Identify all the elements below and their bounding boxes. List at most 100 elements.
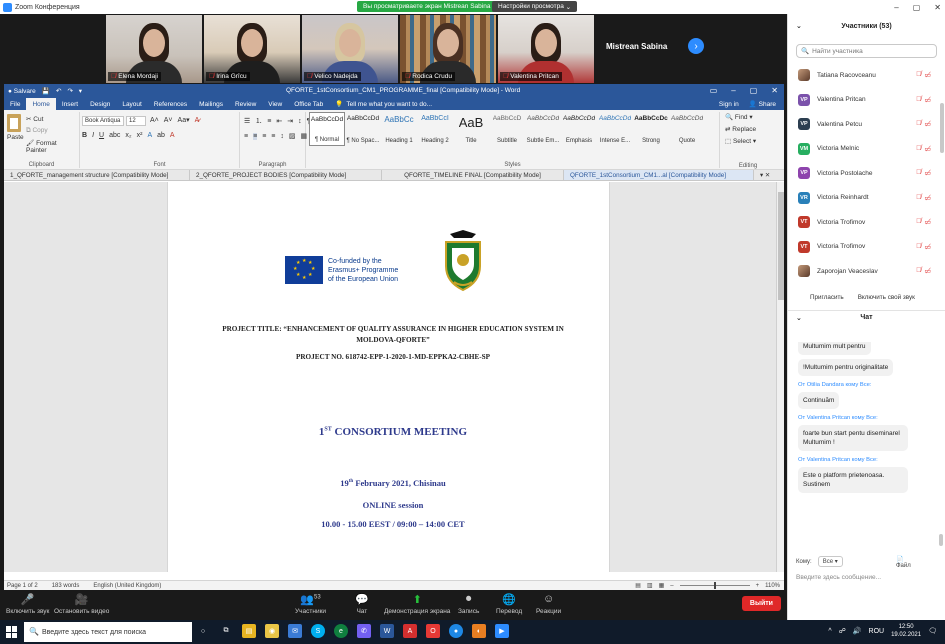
underline-icon[interactable]: U — [99, 132, 104, 139]
undo-icon[interactable]: ↶ — [56, 87, 61, 95]
line-spacing-icon[interactable]: ↕ — [280, 133, 284, 140]
style-quote[interactable]: AaBbCcDd Quote — [669, 112, 705, 146]
participant-search-input[interactable]: 🔍 Найти участника — [796, 44, 937, 58]
skype-icon[interactable]: S — [311, 624, 325, 638]
zoom-taskbar-icon[interactable]: ▶ — [495, 624, 509, 638]
style-heading-2[interactable]: AaBbCcI Heading 2 — [417, 112, 453, 146]
page-count[interactable]: Page 1 of 2 — [7, 583, 38, 589]
tab-insert[interactable]: Insert — [56, 98, 84, 110]
participant-item[interactable]: VT Victoria Trofimov 🎙̸ ▭̸ — [788, 210, 945, 235]
print-layout-icon[interactable]: ▥ — [647, 582, 653, 589]
subscript-icon[interactable]: x₂ — [125, 132, 131, 139]
font-size-select[interactable]: 12 — [126, 116, 146, 126]
decrease-indent-icon[interactable]: ⇤ — [276, 117, 282, 125]
participant-item[interactable]: VR Victoria Reinhardt 🎙̸ ▭̸ — [788, 186, 945, 211]
doc-tab-active[interactable]: QFORTE_1stConsortium_CM1...al [Compatibi… — [564, 170, 754, 180]
doc-tab[interactable]: QFORTE_TIMELINE FINAL [Compatibility Mod… — [382, 170, 564, 180]
tab-review[interactable]: Review — [229, 98, 262, 110]
share-button[interactable]: 👤 Share — [749, 100, 776, 108]
word-close-icon[interactable]: ✕ — [771, 86, 778, 95]
video-tile[interactable]: 🎙̸ Rodica Crudu — [400, 15, 496, 83]
multilevel-list-icon[interactable]: ≡ — [267, 118, 271, 125]
read-mode-icon[interactable]: ▤ — [635, 582, 641, 589]
sign-in-link[interactable]: Sign in — [719, 101, 739, 108]
style-heading-1[interactable]: AaBbCc Heading 1 — [381, 112, 417, 146]
tab-mailings[interactable]: Mailings — [193, 98, 229, 110]
translate-button[interactable]: 🌐 Перевод — [496, 593, 522, 615]
unmute-button[interactable]: 🎤 Включить звук — [6, 593, 49, 615]
bold-icon[interactable]: B — [82, 132, 87, 139]
clock[interactable]: 12:50 19.02.2021 — [891, 623, 921, 639]
participant-item[interactable]: VT Victoria Trofimov 🎙̸ ▭̸ — [788, 235, 945, 260]
bullets-icon[interactable]: ☰ — [244, 117, 250, 125]
taskbar-search-input[interactable]: 🔍 Введите здесь текст для поиска — [24, 622, 192, 642]
grow-font-icon[interactable]: A˄ — [150, 117, 159, 124]
gallery-next-icon[interactable]: › — [688, 38, 704, 54]
zoom-slider[interactable] — [679, 582, 750, 589]
video-tile[interactable]: 🎙̸ Valentina Pritcan — [498, 15, 594, 83]
text-effects-icon[interactable]: A — [147, 132, 152, 139]
invite-button[interactable]: Пригласить — [806, 291, 848, 304]
italic-icon[interactable]: I — [92, 132, 94, 139]
record-button[interactable]: ⏺ Запись — [458, 593, 479, 615]
leave-meeting-button[interactable]: Выйти — [741, 596, 781, 611]
document-page[interactable]: ★ ★ ★ ★ ★ ★ ★ ★ Co-funded by the Erasmus… — [167, 182, 610, 572]
acrobat-icon[interactable]: A — [403, 624, 417, 638]
style-intense-emphasis[interactable]: AaBbCcDd Intense E... — [597, 112, 633, 146]
replace-button[interactable]: ⇄ Replace — [725, 125, 756, 133]
numbering-icon[interactable]: ⒈ — [255, 116, 262, 126]
clear-format-icon[interactable]: A̷ — [195, 117, 200, 124]
style-subtle-emphasis[interactable]: AaBbCcDd Subtle Em... — [525, 112, 561, 146]
participant-scrollbar[interactable] — [940, 103, 944, 153]
participant-item[interactable]: Tatiana Racovceanu 🎙̸ ▭̸ — [788, 63, 945, 88]
web-layout-icon[interactable]: ▦ — [659, 582, 665, 589]
participant-item[interactable]: VP Victoria Postolache 🎙̸ ▭̸ — [788, 161, 945, 186]
chat-scrollbar[interactable] — [939, 534, 943, 546]
participants-button[interactable]: 👥53 Участники — [295, 593, 326, 615]
increase-indent-icon[interactable]: ⇥ — [287, 117, 293, 125]
save-icon[interactable]: 💾 — [42, 87, 50, 95]
collapse-chevron-icon[interactable]: ⌄ — [796, 314, 802, 322]
document-scrollbar[interactable] — [776, 182, 784, 572]
font-color-icon[interactable]: A — [170, 132, 175, 139]
chrome-icon[interactable]: ◉ — [265, 624, 279, 638]
ribbon-options-icon[interactable]: ▭ — [710, 86, 718, 95]
cut-button[interactable]: ✂ Cut — [26, 115, 79, 123]
participant-item[interactable]: VP Valentina Petcu 🎙̸ ▭̸ — [788, 112, 945, 137]
shrink-font-icon[interactable]: A˅ — [164, 117, 173, 124]
doc-tab[interactable]: 2_QFORTE_PROJECT BODIES [Compatibility M… — [190, 170, 382, 180]
select-button[interactable]: ⬚ Select ▾ — [725, 137, 756, 145]
find-button[interactable]: 🔍 Find ▾ — [725, 113, 756, 121]
share-screen-button[interactable]: ⬆ Демонстрация экрана — [384, 593, 450, 615]
tab-design[interactable]: Design — [84, 98, 116, 110]
doc-tab[interactable]: 1_QFORTE_management structure [Compatibi… — [4, 170, 190, 180]
video-tile[interactable]: 🎙̸ Elena Mordaji — [106, 15, 202, 83]
zoom-level[interactable]: 110% — [765, 583, 780, 589]
video-tile[interactable]: 🎙̸ Velico Nadejda — [302, 15, 398, 83]
tray-chevron-icon[interactable]: ^ — [828, 628, 831, 635]
notifications-icon[interactable]: 🗨 — [928, 627, 937, 635]
highlight-icon[interactable]: ab — [157, 132, 165, 139]
chat-button[interactable]: 💬 Чат — [355, 593, 369, 615]
redo-icon[interactable]: ↷ — [67, 87, 72, 95]
chat-recipient-select[interactable]: Все ▾ — [817, 556, 843, 567]
volume-icon[interactable]: 🔊 — [853, 627, 862, 635]
tab-office-tab[interactable]: Office Tab — [288, 98, 329, 110]
autosave-toggle[interactable]: ● Salvare — [8, 88, 36, 95]
unmute-me-button[interactable]: Включить свой звук — [854, 291, 919, 304]
align-right-icon[interactable]: ≡ — [262, 133, 266, 140]
justify-icon[interactable]: ≡ — [271, 133, 275, 140]
language-status[interactable]: English (United Kingdom) — [93, 583, 161, 589]
shading-icon[interactable]: ▨ — [289, 132, 296, 140]
windows-start-icon[interactable] — [6, 626, 18, 638]
opera-icon[interactable]: O — [426, 624, 440, 638]
tell-me-box[interactable]: 💡 Tell me what you want to do... — [335, 100, 432, 109]
participant-item[interactable]: VM Victoria Melnic 🎙̸ ▭̸ — [788, 137, 945, 162]
superscript-icon[interactable]: x² — [137, 132, 143, 139]
style-subtitle[interactable]: AaBbCcD Subtitle — [489, 112, 525, 146]
language-indicator[interactable]: ROU — [869, 628, 885, 635]
close-icon[interactable]: ✕ — [934, 3, 941, 12]
mail-icon[interactable]: ✉ — [288, 624, 302, 638]
copy-button[interactable]: ⧉ Copy — [26, 127, 79, 135]
format-painter-button[interactable]: 🖌 Format Painter — [26, 139, 79, 154]
